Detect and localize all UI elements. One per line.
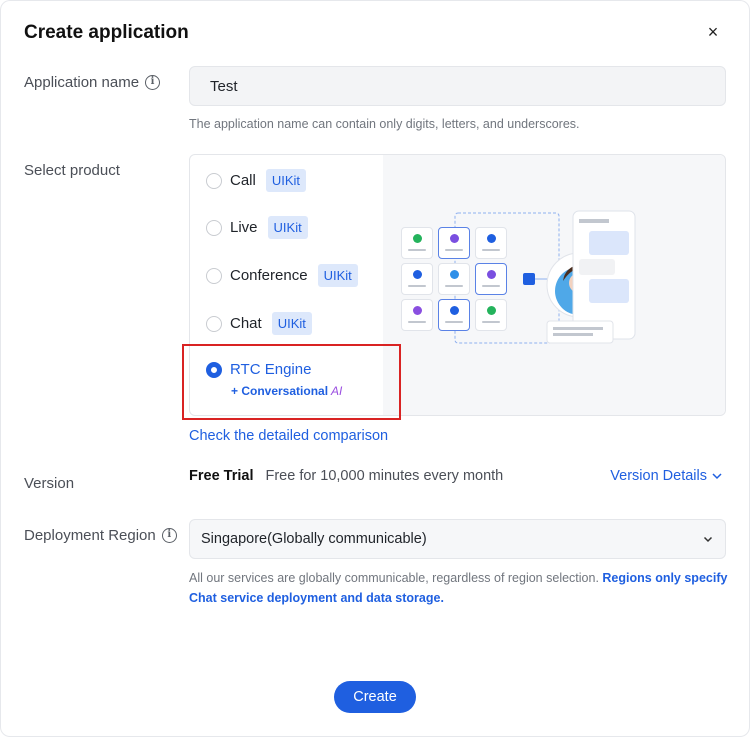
product-option-live[interactable]: Live UIKit — [206, 216, 308, 239]
conversational-text: + Conversational — [231, 384, 329, 398]
platform-icon — [413, 306, 422, 315]
beauty-ar-card — [438, 263, 470, 295]
info-icon[interactable]: i — [145, 75, 161, 90]
radio-chat[interactable] — [206, 315, 222, 332]
create-application-dialog: Create application × Application name i … — [0, 0, 750, 737]
radio-rtc-engine[interactable] — [206, 361, 222, 378]
conversational-ai-card — [475, 263, 507, 295]
uikit-tag: UIKit — [317, 264, 358, 287]
region-note-text: All our services are globally communicab… — [189, 571, 603, 585]
live-icon — [450, 306, 459, 315]
version-label: Version — [24, 475, 75, 492]
product-option-call[interactable]: Call UIKit — [206, 169, 307, 192]
video-call-card — [438, 227, 470, 259]
version-info: Free Trial Free for 10,000 minutes every… — [189, 468, 503, 484]
version-details-text: Version Details — [610, 468, 707, 484]
audio-call-card — [401, 227, 433, 259]
version-details-link[interactable]: Version Details — [610, 468, 723, 484]
product-option-label: Live — [230, 219, 258, 236]
radio-call[interactable] — [206, 172, 222, 189]
ai-icon — [487, 270, 496, 279]
detailed-comparison-link[interactable]: Check the detailed comparison — [189, 428, 388, 444]
product-option-chat[interactable]: Chat UIKit — [206, 312, 312, 335]
application-name-label-text: Application name — [24, 74, 140, 91]
uikit-tag: UIKit — [265, 169, 307, 192]
product-option-label: RTC Engine — [230, 361, 312, 378]
application-name-input[interactable] — [189, 66, 726, 106]
screen-icon — [487, 234, 496, 243]
whiteboard-icon — [487, 306, 496, 315]
uikit-tag: UIKit — [271, 312, 312, 335]
phone-icon — [413, 234, 422, 243]
product-illustration — [383, 155, 725, 415]
cloud-recording-card — [401, 263, 433, 295]
ai-text: AI — [331, 384, 343, 398]
multi-platform-card — [401, 299, 433, 331]
product-selector: Call UIKit Live UIKit Conference UIKit C… — [189, 154, 726, 416]
info-icon[interactable]: i — [161, 528, 177, 543]
plan-name: Free Trial — [189, 468, 254, 484]
deployment-region-label-text: Deployment Region — [24, 527, 156, 544]
region-note: All our services are globally communicab… — [189, 568, 729, 608]
create-button[interactable]: Create — [334, 681, 416, 713]
dialog-title: Create application — [24, 22, 189, 43]
video-icon — [450, 234, 459, 243]
product-option-label: Conference — [230, 267, 308, 284]
select-product-label: Select product — [24, 162, 120, 179]
deployment-region-label: Deployment Region i — [24, 527, 177, 544]
radio-conference[interactable] — [206, 267, 222, 284]
chevron-down-icon — [712, 473, 722, 480]
conversational-ai-badge: + Conversational AI — [231, 384, 342, 398]
product-option-conference[interactable]: Conference UIKit — [206, 264, 358, 287]
architecture-diagram — [454, 210, 636, 344]
plan-description: Free for 10,000 minutes every month — [265, 468, 504, 484]
region-selected-value: Singapore(Globally communicable) — [201, 531, 427, 547]
uikit-tag: UIKit — [267, 216, 308, 239]
cloud-icon — [413, 270, 422, 279]
product-option-label: Chat — [230, 315, 262, 332]
live-streaming-card — [438, 299, 470, 331]
application-name-hint: The application name can contain only di… — [189, 117, 580, 131]
application-name-label: Application name i — [24, 74, 161, 91]
product-option-rtc-engine[interactable]: RTC Engine — [206, 361, 311, 378]
radio-live[interactable] — [206, 219, 222, 236]
beauty-icon — [450, 270, 459, 279]
screen-sharing-card — [475, 227, 507, 259]
whiteboard-card — [475, 299, 507, 331]
product-option-label: Call — [230, 172, 256, 189]
close-icon[interactable]: × — [703, 22, 723, 42]
chevron-down-icon — [703, 536, 713, 543]
deployment-region-select[interactable]: Singapore(Globally communicable) — [189, 519, 726, 559]
